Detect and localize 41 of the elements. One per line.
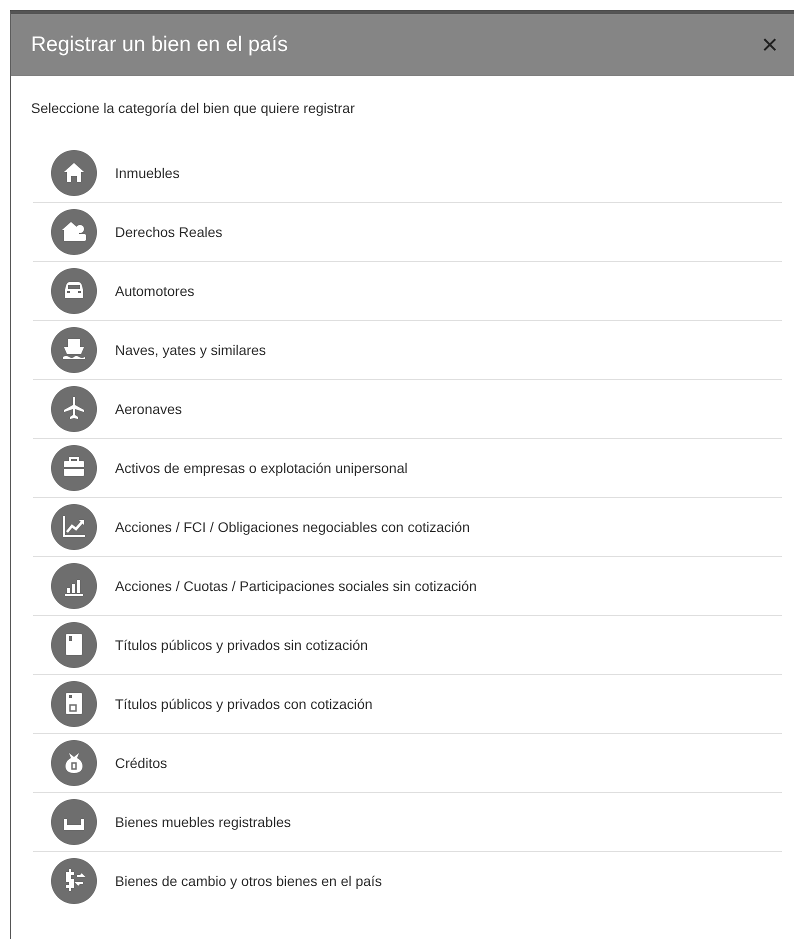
category-item[interactable]: Acciones / Cuotas / Participaciones sociales sin cotización <box>33 557 782 616</box>
category-label: Bienes muebles registrables <box>115 814 291 830</box>
category-item[interactable]: Bienes de cambio y otros bienes en el país <box>33 852 782 910</box>
instruction-text: Seleccione la categoría del bien que quiere registrar <box>31 100 356 116</box>
document-icon <box>51 681 97 727</box>
category-item[interactable]: Acciones / FCI / Obligaciones negociables con cotización <box>33 498 782 557</box>
line-chart-icon <box>51 504 97 550</box>
category-label: Derechos Reales <box>115 224 222 240</box>
bar-chart-icon <box>51 563 97 609</box>
category-label: Activos de empresas o explotación unipersonal <box>115 460 408 476</box>
briefcase-icon <box>51 445 97 491</box>
ship-icon <box>51 327 97 373</box>
airplane-icon <box>51 386 97 432</box>
category-label: Inmuebles <box>115 165 180 181</box>
car-icon <box>51 268 97 314</box>
document-icon <box>51 622 97 668</box>
category-item[interactable]: Títulos públicos y privados con cotización <box>33 675 782 734</box>
category-label: Aeronaves <box>115 401 182 417</box>
category-label: Naves, yates y similares <box>115 342 266 358</box>
category-label: Títulos públicos y privados sin cotización <box>115 637 368 653</box>
money-bag-icon <box>51 740 97 786</box>
house-person-icon <box>51 209 97 255</box>
category-item[interactable]: Derechos Reales <box>33 203 782 262</box>
category-label: Bienes de cambio y otros bienes en el país <box>115 873 382 889</box>
exchange-icon <box>51 858 97 904</box>
close-button[interactable]: × <box>758 31 782 59</box>
category-item[interactable]: Activos de empresas o explotación unipersonal <box>33 439 782 498</box>
category-label: Títulos públicos y privados con cotización <box>115 696 373 712</box>
category-item[interactable]: Créditos <box>33 734 782 793</box>
category-item[interactable]: Títulos públicos y privados sin cotización <box>33 616 782 675</box>
category-item[interactable]: Automotores <box>33 262 782 321</box>
category-label: Automotores <box>115 283 194 299</box>
category-item[interactable]: Naves, yates y similares <box>33 321 782 380</box>
dialog-title: Registrar un bien en el país <box>31 33 288 57</box>
category-label: Acciones / FCI / Obligaciones negociables con cotización <box>115 519 470 535</box>
category-label: Créditos <box>115 755 168 771</box>
category-item[interactable]: Bienes muebles registrables <box>33 793 782 852</box>
house-icon <box>51 150 97 196</box>
category-label: Acciones / Cuotas / Participaciones sociales sin cotización <box>115 578 477 594</box>
category-item[interactable]: Aeronaves <box>33 380 782 439</box>
category-item[interactable]: Inmuebles <box>33 144 782 203</box>
